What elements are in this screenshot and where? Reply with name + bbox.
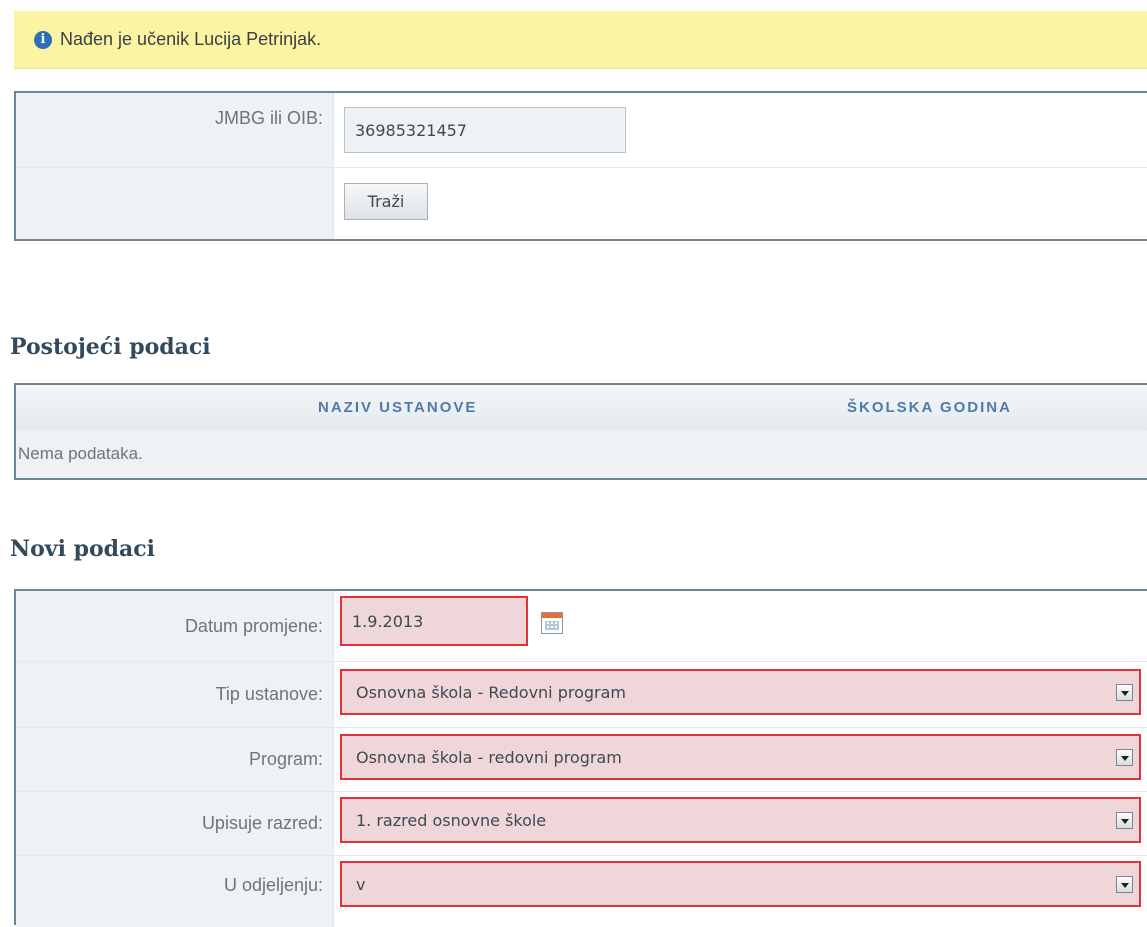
chevron-down-icon[interactable] <box>1116 812 1133 829</box>
info-notice: i Nađen je učenik Lucija Petrinjak. <box>14 11 1147 69</box>
chevron-down-icon[interactable] <box>1116 684 1133 701</box>
existing-data-heading: Postojeći podaci <box>10 334 211 360</box>
new-data-form: Datum promjene: 1.9.2013 Tip ustanove: O… <box>14 589 1147 927</box>
institution-type-select[interactable]: Osnovna škola - Redovni program <box>340 669 1141 715</box>
chevron-down-icon[interactable] <box>1116 749 1133 766</box>
grade-label: Upisuje razred: <box>16 792 334 855</box>
search-button[interactable]: Traži <box>344 183 428 220</box>
info-icon: i <box>34 30 52 49</box>
notice-text: Nađen je učenik Lucija Petrinjak. <box>60 29 322 49</box>
institution-type-label: Tip ustanove: <box>16 662 334 727</box>
existing-data-grid: NAZIV USTANOVE ŠKOLSKA GODINA Nema podat… <box>14 383 1147 480</box>
grid-header: NAZIV USTANOVE ŠKOLSKA GODINA <box>16 385 1147 430</box>
program-value: Osnovna škola - redovni program <box>356 747 622 767</box>
empty-row: Nema podataka. <box>16 430 1147 478</box>
column-header-school-year[interactable]: ŠKOLSKA GODINA <box>847 399 1012 416</box>
search-form: JMBG ili OIB: 36985321457 Traži <box>14 91 1147 241</box>
date-label: Datum promjene: <box>16 591 334 661</box>
program-label: Program: <box>16 728 334 791</box>
new-data-heading: Novi podaci <box>10 536 156 562</box>
class-value: v <box>356 874 366 894</box>
grade-select[interactable]: 1. razred osnovne škole <box>340 797 1141 843</box>
grade-value: 1. razred osnovne škole <box>356 810 547 830</box>
date-input[interactable]: 1.9.2013 <box>340 596 528 646</box>
calendar-icon[interactable] <box>541 612 563 634</box>
id-label: JMBG ili OIB: <box>16 93 334 167</box>
class-label: U odjeljenju: <box>16 856 334 927</box>
id-input[interactable]: 36985321457 <box>344 107 626 153</box>
class-select[interactable]: v <box>340 861 1141 907</box>
column-header-institution[interactable]: NAZIV USTANOVE <box>318 399 477 416</box>
empty-label <box>16 168 334 239</box>
program-select[interactable]: Osnovna škola - redovni program <box>340 734 1141 780</box>
institution-type-value: Osnovna škola - Redovni program <box>356 682 626 702</box>
empty-text: Nema podataka. <box>18 444 143 463</box>
chevron-down-icon[interactable] <box>1116 876 1133 893</box>
